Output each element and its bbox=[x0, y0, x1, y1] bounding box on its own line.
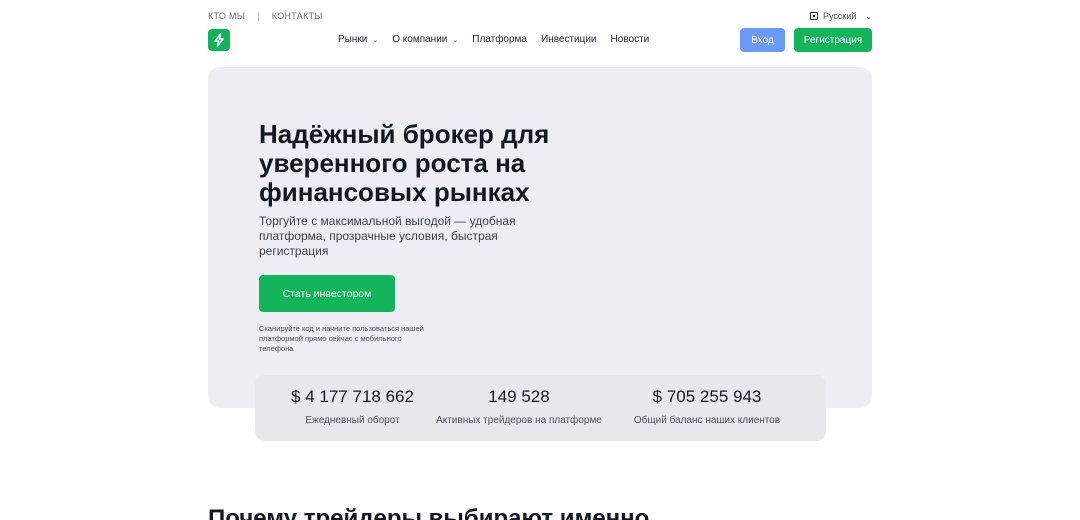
nav-item-label: Новости bbox=[610, 34, 650, 45]
stat-client-balance: $ 705 255 943 Общий баланс наших клиенто… bbox=[627, 387, 787, 426]
section-title: Почему трейдеры выбирают именно bbox=[208, 505, 650, 520]
hero-subtitle: Торгуйте с максимальной выгодой — удобна… bbox=[259, 214, 516, 258]
language-label: Русский bbox=[823, 11, 857, 21]
lightning-bolt-logo-icon bbox=[214, 33, 224, 47]
stat-value: $ 705 255 943 bbox=[652, 387, 762, 406]
login-button[interactable]: Вход bbox=[740, 28, 785, 52]
nav-item-platform[interactable]: Платформа bbox=[472, 34, 527, 45]
nav-item-label: О компании bbox=[392, 34, 448, 45]
nav-item-news[interactable]: Новости bbox=[611, 34, 650, 45]
stats-panel: $ 4 177 718 662 Ежедневный оборот 149 52… bbox=[255, 375, 826, 441]
stat-daily-turnover: $ 4 177 718 662 Ежедневный оборот bbox=[285, 387, 420, 426]
stat-label: Общий баланс наших клиентов bbox=[633, 415, 781, 426]
brand-logo[interactable] bbox=[208, 29, 230, 51]
nav-item-about-company[interactable]: О компании ⌄ bbox=[392, 34, 458, 45]
nav-item-label: Платформа bbox=[472, 34, 527, 45]
top-link-separator: | bbox=[257, 11, 260, 21]
language-selector[interactable]: Русский ⌄ bbox=[810, 11, 872, 21]
register-button[interactable]: Регистрация bbox=[794, 28, 872, 52]
nav-item-investments[interactable]: Инвестиции bbox=[541, 34, 597, 45]
stat-label: Активных трейдеров на платформе bbox=[436, 415, 602, 426]
globe-icon bbox=[810, 12, 818, 20]
chevron-down-icon: ⌄ bbox=[865, 11, 873, 21]
nav-item-label: Инвестиции bbox=[540, 34, 597, 45]
stat-value: $ 4 177 718 662 bbox=[291, 387, 414, 406]
chevron-down-icon: ⌄ bbox=[372, 36, 379, 44]
stat-label: Ежедневный оборот bbox=[305, 415, 400, 426]
chevron-down-icon: ⌄ bbox=[452, 36, 459, 44]
top-link-about[interactable]: КТО МЫ bbox=[208, 11, 245, 21]
top-utility-bar: КТО МЫ | КОНТАКТЫ bbox=[208, 11, 323, 21]
stat-value: 149 528 bbox=[488, 387, 550, 406]
hero-title: Надёжный брокер для уверенного роста на … bbox=[259, 119, 550, 207]
main-nav: Рынки ⌄ О компании ⌄ Платформа Инвестици… bbox=[338, 34, 663, 45]
nav-item-label: Рынки bbox=[338, 34, 368, 45]
top-link-contacts[interactable]: КОНТАКТЫ bbox=[272, 11, 323, 21]
nav-item-markets[interactable]: Рынки ⌄ bbox=[338, 34, 378, 45]
qr-code-note: Сканируйте код и начните пользоваться на… bbox=[259, 324, 424, 353]
stat-active-traders: 149 528 Активных трейдеров на платформе bbox=[429, 387, 609, 426]
become-investor-button[interactable]: Стать инвестором bbox=[259, 275, 395, 312]
